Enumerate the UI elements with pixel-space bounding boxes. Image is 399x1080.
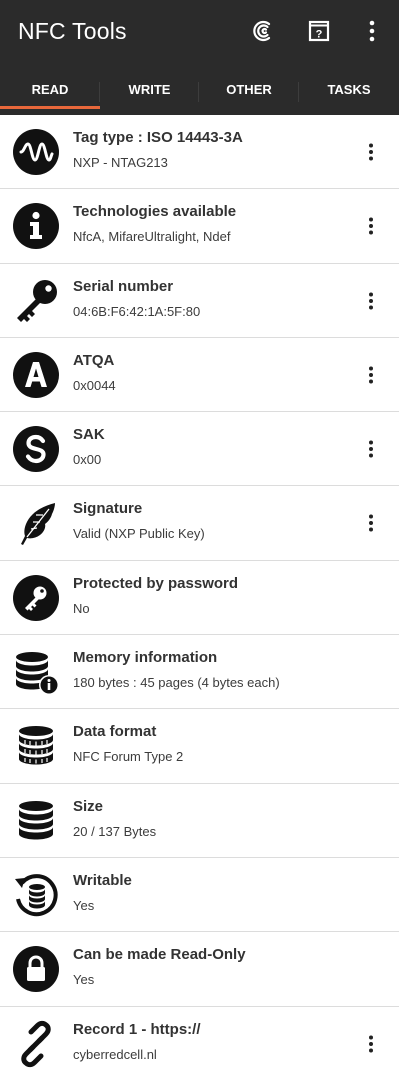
item-menu-button[interactable] xyxy=(361,288,381,314)
list-item[interactable]: SAK 0x00 xyxy=(0,412,399,487)
list-item[interactable]: Serial number 04:6B:F6:42:1A:5F:80 xyxy=(0,263,399,338)
item-value: NFC Forum Type 2 xyxy=(73,749,184,765)
overflow-menu-button[interactable] xyxy=(357,16,387,46)
wave-icon xyxy=(12,128,60,176)
more-vert-icon xyxy=(369,440,373,458)
feather-icon xyxy=(12,499,60,547)
app-bar: NFC Tools ? READ WRITE OTHER TASKS xyxy=(0,0,399,115)
item-label: Tag type : ISO 14443-3A xyxy=(73,129,243,146)
item-menu-button[interactable] xyxy=(361,510,381,536)
letter-s-icon xyxy=(12,425,60,473)
list-item[interactable]: Writable Yes xyxy=(0,857,399,933)
item-label: Signature xyxy=(73,500,143,518)
tag-info-list: Tag type : ISO 14443-3A NXP - NTAG213 Te… xyxy=(0,115,399,1080)
help-book-icon: ? xyxy=(308,20,330,42)
letter-a-icon xyxy=(12,351,60,399)
list-item[interactable]: Tag type : ISO 14443-3A NXP - NTAG213 xyxy=(0,115,399,190)
item-value: 04:6B:F6:42:1A:5F:80 xyxy=(73,303,201,319)
list-item[interactable]: Size 20 / 137 Bytes xyxy=(0,783,399,858)
item-label: SAK xyxy=(73,426,105,444)
item-value: 180 bytes : 45 pages (4 bytes each) xyxy=(73,675,280,691)
list-item[interactable]: Data format NFC Forum Type 2 xyxy=(0,709,399,784)
item-label: Protected by password xyxy=(73,574,239,592)
list-item[interactable]: Protected by password No xyxy=(0,560,399,636)
more-vert-icon xyxy=(369,143,373,161)
list-item[interactable]: ATQA 0x0044 xyxy=(0,337,399,413)
scan-waves-icon xyxy=(253,20,271,42)
lock-icon xyxy=(12,945,60,993)
database-icon xyxy=(12,797,60,845)
info-icon xyxy=(12,202,60,250)
item-label: ATQA xyxy=(73,351,115,369)
more-vert-icon xyxy=(369,217,373,235)
tab-write[interactable]: WRITE xyxy=(100,72,199,112)
item-value: NXP - NTAG213 xyxy=(73,155,168,170)
tab-indicator xyxy=(0,106,100,109)
more-vert-icon xyxy=(369,292,373,310)
item-value: 20 / 137 Bytes xyxy=(73,823,157,839)
database-info-icon xyxy=(12,648,60,696)
item-menu-button[interactable] xyxy=(361,1031,381,1057)
item-value: NfcA, MifareUltralight, Ndef xyxy=(73,229,231,245)
database-format-icon xyxy=(12,722,60,770)
list-item[interactable]: Memory information 180 bytes : 45 pages … xyxy=(0,635,399,710)
item-label: Data format xyxy=(73,723,157,741)
help-button[interactable]: ? xyxy=(304,16,334,46)
more-vert-icon xyxy=(369,366,373,384)
item-menu-button[interactable] xyxy=(361,436,381,462)
list-item[interactable]: Record 1 - https:// cyberredcell.nl xyxy=(0,1006,399,1080)
item-value: Yes xyxy=(73,897,95,913)
item-label: Can be made Read-Only xyxy=(73,946,246,964)
item-label: Serial number xyxy=(73,277,174,295)
tab-tasks[interactable]: TASKS xyxy=(299,72,399,112)
item-value: No xyxy=(73,600,90,616)
scan-waves-button[interactable] xyxy=(250,16,280,46)
item-menu-button[interactable] xyxy=(361,139,381,165)
item-label: Technologies available xyxy=(73,203,237,221)
item-value: 0x00 xyxy=(73,452,102,468)
more-vert-icon xyxy=(369,514,373,532)
svg-text:?: ? xyxy=(316,29,323,41)
list-item[interactable]: Can be made Read-Only Yes xyxy=(0,932,399,1007)
app-title: NFC Tools xyxy=(18,18,127,44)
item-value: cyberredcell.nl xyxy=(73,1046,157,1062)
item-menu-button[interactable] xyxy=(361,213,381,239)
overflow-menu-icon xyxy=(369,20,375,42)
key-icon xyxy=(12,277,60,325)
item-label: Writable xyxy=(73,871,132,889)
list-item[interactable]: Signature Valid (NXP Public Key) xyxy=(0,486,399,561)
item-label: Size xyxy=(73,797,104,815)
item-value: Valid (NXP Public Key) xyxy=(73,526,205,542)
item-menu-button[interactable] xyxy=(361,362,381,388)
tab-other[interactable]: OTHER xyxy=(199,72,299,112)
item-label: Record 1 - https:// xyxy=(73,1020,201,1038)
database-sync-icon xyxy=(12,871,60,919)
item-label: Memory information xyxy=(73,649,218,667)
list-item[interactable]: Technologies available NfcA, MifareUltra… xyxy=(0,189,399,264)
item-value: 0x0044 xyxy=(73,377,116,393)
more-vert-icon xyxy=(369,1035,373,1053)
link-icon xyxy=(12,1020,60,1068)
password-key-icon xyxy=(12,574,60,622)
item-value: Yes xyxy=(73,972,95,988)
